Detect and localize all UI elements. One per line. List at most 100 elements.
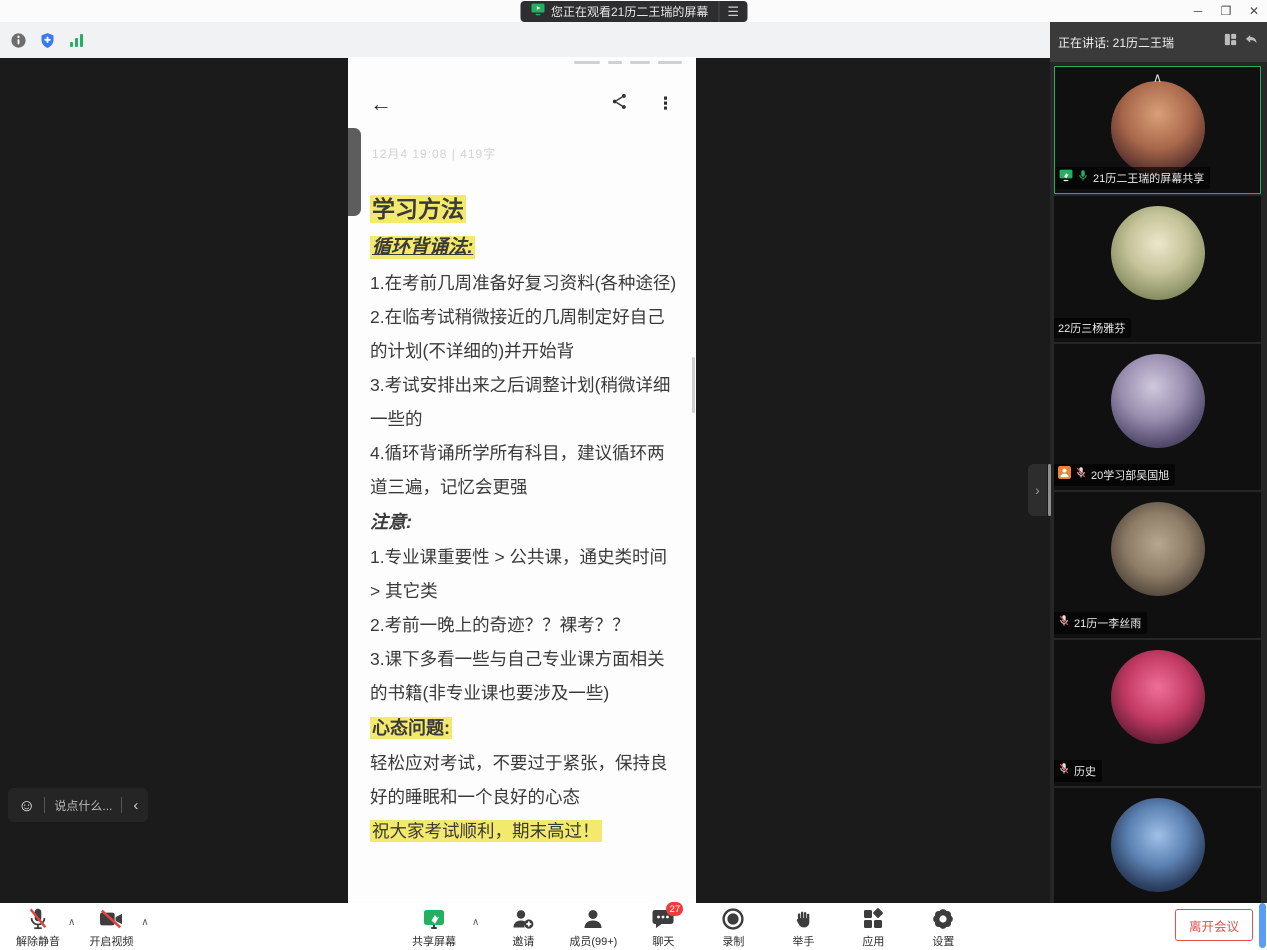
toolbar-button-label: 共享屏幕: [412, 933, 456, 949]
participant-avatar: [1111, 354, 1205, 448]
watching-banner[interactable]: 您正在观看21历二王瑞的屏幕 ☰: [520, 1, 747, 22]
meeting-toolbar: 解除静音∧开启视频∧ 共享屏幕∧邀请成员(99+)27聊天录制举手应用设置 离开…: [0, 903, 1267, 950]
participant-tile[interactable]: 20学习部吴国旭: [1054, 344, 1261, 490]
toolbar-button-label: 应用: [862, 933, 884, 949]
apps-icon: [861, 907, 885, 931]
note-line-text: 3.课下多看一些与自己专业课方面相关的书籍(非专业课也要涉及一些): [370, 649, 665, 703]
settings-icon: [931, 907, 955, 931]
chat-collapse-icon[interactable]: ‹: [131, 797, 138, 814]
toolbar-button-label: 开启视频: [89, 933, 133, 949]
close-button[interactable]: ✕: [1247, 4, 1261, 18]
toolbar-button-chat[interactable]: 27聊天: [635, 907, 691, 949]
emoji-icon[interactable]: ☺: [18, 797, 35, 814]
participant-tile[interactable]: 22历三杨雅芬: [1054, 196, 1261, 342]
sidebar-header: 正在讲话: 21历二王瑞: [1050, 22, 1267, 62]
mic-muted-icon: [27, 907, 49, 931]
sidebar-scrollbar[interactable]: [1048, 464, 1051, 516]
network-signal-icon[interactable]: [68, 32, 85, 49]
note-kebab-menu-icon: ⋮: [657, 94, 674, 114]
security-shield-icon[interactable]: [39, 32, 56, 49]
participant-avatar: [1111, 650, 1205, 744]
toolbar-caret-icon[interactable]: ∧: [141, 917, 148, 928]
mic-muted-icon: [1075, 466, 1087, 484]
participants-sidebar: 正在讲话: 21历二王瑞 ∧ 21历二王瑞的屏幕共享 22历三杨雅芬20学习部吴国旭…: [1050, 22, 1267, 903]
note-line: 轻松应对考试，不要过于紧张，保持良好的睡眠和一个良好的心态: [370, 746, 678, 814]
toolbar-button-mic-muted[interactable]: 解除静音: [10, 907, 66, 949]
participant-name: 21历二王瑞的屏幕共享: [1093, 170, 1204, 186]
note-line-text: 4.循环背诵所学所有科目，建议循环两道三遍，记忆会更强: [370, 443, 665, 497]
scrollbar-thumb[interactable]: [1259, 903, 1266, 948]
camera-off-icon: [98, 907, 124, 931]
participant-label: 历史: [1054, 760, 1102, 782]
note-line: 2.在临考试稍微接近的几周制定好自己的计划(不详细的)并开始背: [370, 300, 678, 368]
participant-avatar: [1111, 206, 1205, 300]
note-line: 1.专业课重要性 > 公共课，通史类时间 > 其它类: [370, 540, 678, 608]
sidebar-collapse-tab[interactable]: ›: [1028, 464, 1047, 516]
note-line-text: 2.在临考试稍微接近的几周制定好自己的计划(不详细的)并开始背: [370, 307, 665, 361]
meeting-window: 您正在观看21历二王瑞的屏幕 ☰ ─ ❐ ✕ ←: [0, 0, 1267, 950]
note-line-text: 1.专业课重要性 > 公共课，通史类时间 > 其它类: [370, 547, 667, 601]
participant-tile[interactable]: 21历一李丝雨: [1054, 492, 1261, 638]
leave-meeting-button[interactable]: 离开会议: [1175, 909, 1253, 941]
meeting-status-strip: [0, 22, 1050, 58]
participant-avatar: [1111, 81, 1205, 175]
participant-tile[interactable]: ∧ 21历二王瑞的屏幕共享: [1054, 66, 1261, 194]
maximize-button[interactable]: ❐: [1219, 4, 1233, 18]
toolbar-button-raise-hand[interactable]: 举手: [775, 907, 831, 949]
participant-label: 21历一李丝雨: [1054, 612, 1147, 634]
note-line: 2.考前一晚上的奇迹？？裸考？？: [370, 608, 678, 642]
phone-status-marks: [348, 59, 696, 65]
toolbar-button-settings[interactable]: 设置: [915, 907, 971, 949]
member-role-icon: [1058, 466, 1071, 484]
note-line: 3.课下多看一些与自己专业课方面相关的书籍(非专业课也要涉及一些): [370, 642, 678, 710]
scroll-up-chevron[interactable]: ∧: [1153, 71, 1163, 84]
note-line: 祝大家考试顺利，期末高过！: [370, 814, 678, 848]
toolbar-button-label: 录制: [722, 933, 744, 949]
chat-unread-badge: 27: [666, 902, 683, 916]
restore-back-icon[interactable]: [1244, 32, 1259, 52]
toolbar-button-camera-off[interactable]: 开启视频: [83, 907, 139, 949]
layout-view-icon[interactable]: [1223, 32, 1238, 52]
members-icon: [581, 907, 605, 931]
toolbar-caret-icon[interactable]: ∧: [68, 917, 75, 928]
note-line-text: 祝大家考试顺利，期末高过！: [370, 820, 602, 842]
note-line-text: 轻松应对考试，不要过于紧张，保持良好的睡眠和一个良好的心态: [370, 753, 668, 807]
phone-side-handle: [348, 128, 361, 216]
shared-note-document: ← ⋮ 12月4 19:08 | 419字 学习方法循环背诵法:1.在考前几周准…: [348, 57, 696, 903]
toolbar-button-invite[interactable]: 邀请: [495, 907, 551, 949]
banner-menu-icon[interactable]: ☰: [718, 1, 747, 22]
toolbar-button-screen-share[interactable]: 共享屏幕: [406, 907, 462, 949]
speaking-now-label: 正在讲话: 21历二王瑞: [1058, 34, 1174, 51]
watching-banner-main: 您正在观看21历二王瑞的屏幕: [520, 1, 718, 22]
participant-name: 历史: [1074, 763, 1096, 779]
note-line-text: 心态问题:: [370, 717, 452, 739]
toolbar-button-label: 聊天: [652, 933, 674, 949]
minimize-button[interactable]: ─: [1191, 4, 1205, 18]
note-line-text: 循环背诵法:: [370, 236, 475, 259]
chat-input-placeholder[interactable]: 说点什么...: [54, 797, 112, 814]
toolbar-button-apps[interactable]: 应用: [845, 907, 901, 949]
screen-share-monitor-icon: [530, 3, 545, 21]
note-line: 注意:: [370, 504, 678, 540]
mic-on-icon: [1077, 169, 1089, 187]
participant-tile[interactable]: 历史: [1054, 640, 1261, 786]
meeting-info-icon[interactable]: [10, 32, 27, 49]
toolbar-button-label: 成员(99+): [569, 933, 617, 949]
quick-chat-bar[interactable]: ☺ 说点什么... ‹: [8, 788, 148, 822]
participant-avatar: [1111, 502, 1205, 596]
toolbar-button-members[interactable]: 成员(99+): [565, 907, 621, 949]
toolbar-button-record[interactable]: 录制: [705, 907, 761, 949]
toolbar-button-label: 举手: [792, 933, 814, 949]
note-line-text: 3.考试安排出来之后调整计划(稍微详细一些的: [370, 375, 670, 429]
note-line: 心态问题:: [370, 710, 678, 746]
note-line: 3.考试安排出来之后调整计划(稍微详细一些的: [370, 368, 678, 436]
toolbar-button-label: 邀请: [512, 933, 534, 949]
shared-screen-area: ← ⋮ 12月4 19:08 | 419字 学习方法循环背诵法:1.在考前几周准…: [0, 58, 1050, 903]
mic-muted-icon: [1058, 614, 1070, 632]
toolbar-caret-icon[interactable]: ∧: [472, 917, 479, 928]
note-line: 4.循环背诵所学所有科目，建议循环两道三遍，记忆会更强: [370, 436, 678, 504]
note-share-icon: [610, 92, 629, 116]
note-line-text: 2.考前一晚上的奇迹？？裸考？？: [370, 615, 630, 635]
note-line: 学习方法: [370, 188, 678, 230]
note-line: 1.在考前几周准备好复习资料(各种途径): [370, 266, 678, 300]
